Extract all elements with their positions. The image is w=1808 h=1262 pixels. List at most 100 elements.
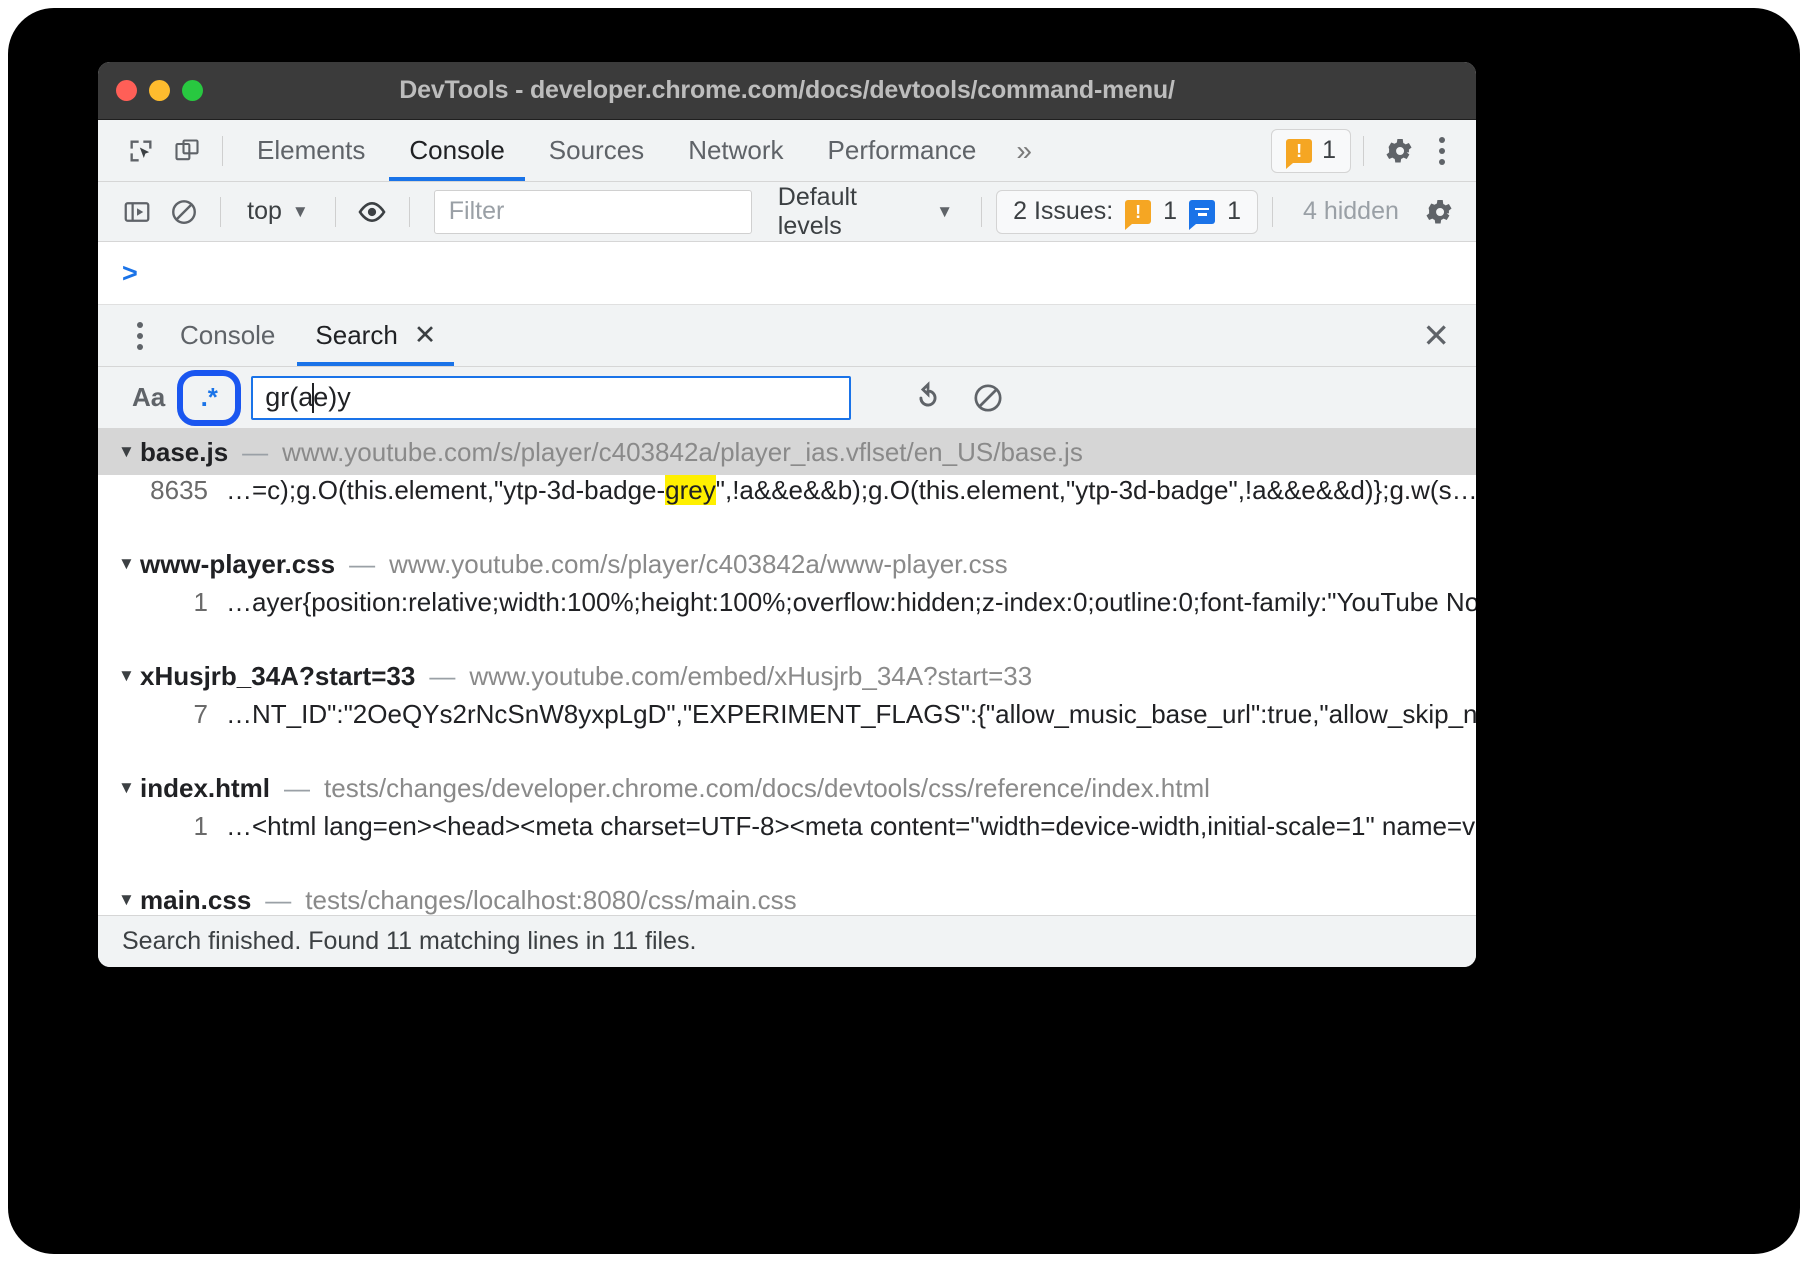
warning-badge-icon: ! [1125,200,1151,224]
tab-network[interactable]: Network [666,120,805,181]
tab-network-label: Network [688,135,783,166]
search-query-input[interactable]: gr(ae)y [251,376,851,420]
match-case-button[interactable]: Aa [118,382,179,413]
zoom-window-button[interactable] [182,80,203,101]
tab-console-label: Console [409,135,504,166]
separator-dash: — [242,437,268,468]
snippet-pre: …NT_ID":"2OeQYs2rNcSnW8yxpLgD","EXPERIME… [226,699,1476,729]
console-prompt-row[interactable]: > [98,242,1476,305]
issues-counter-button[interactable]: ! 1 [1271,129,1351,173]
info-badge-icon [1189,200,1215,224]
chevron-down-icon: ▼ [936,202,953,222]
match-snippet: …NT_ID":"2OeQYs2rNcSnW8yxpLgD","EXPERIME… [226,699,1476,730]
log-levels-dropdown[interactable]: Default levels ▼ [764,183,967,241]
match-snippet: …ayer{position:relative;width:100%;heigh… [226,587,1476,618]
search-result-filename: index.html [140,773,270,804]
console-issues-info-count: 1 [1227,197,1241,226]
console-toolbar-divider-3 [409,197,410,227]
drawer-tab-console-label: Console [180,320,275,351]
panel-tabs: Elements Console Sources Network Perform… [235,120,1046,181]
console-toolbar-divider-5 [1272,197,1273,227]
traffic-lights [98,80,203,101]
console-toolbar: top ▼ Filter Default levels ▼ 2 Issues: [98,182,1476,242]
search-result-match[interactable]: 1 …ayer{position:relative;width:100%;hei… [98,587,1476,639]
log-levels-label: Default levels [778,183,925,241]
drawer-tab-search-label: Search [315,320,397,351]
close-search-tab-icon[interactable]: ✕ [414,320,437,351]
expand-triangle-icon[interactable]: ▼ [118,554,140,574]
clear-console-icon[interactable] [161,189,206,235]
chevron-down-icon: ▼ [292,202,309,222]
search-result-filename: main.css [140,885,251,916]
search-result-match[interactable]: 7 …NT_ID":"2OeQYs2rNcSnW8yxpLgD","EXPERI… [98,699,1476,751]
separator-dash: — [349,549,375,580]
tab-performance-label: Performance [828,135,977,166]
search-result-file-header[interactable]: ▼ base.js — www.youtube.com/s/player/c40… [98,429,1476,475]
match-line-number: 1 [122,811,208,842]
refresh-search-icon[interactable] [911,381,945,415]
devtools-more-options-icon[interactable] [1422,128,1462,174]
search-result-match[interactable]: 8635 …=c);g.O(this.element,"ytp-3d-badge… [98,475,1476,527]
search-result-group: ▼ www-player.css — www.youtube.com/s/pla… [98,541,1476,639]
match-line-number: 8635 [122,475,208,506]
console-filter-placeholder: Filter [449,197,505,226]
search-result-filename: base.js [140,437,228,468]
tab-sources[interactable]: Sources [527,120,666,181]
search-result-url: www.youtube.com/s/player/c403842a/www-pl… [389,549,1008,580]
search-result-url: www.youtube.com/embed/xHusjrb_34A?start=… [469,661,1032,692]
device-toolbar-icon[interactable] [164,128,210,174]
console-toolbar-divider-2 [335,197,336,227]
tab-elements[interactable]: Elements [235,120,387,181]
expand-triangle-icon[interactable]: ▼ [118,666,140,686]
tabstrip-divider-2 [1363,136,1364,166]
expand-triangle-icon[interactable]: ▼ [118,890,140,910]
use-regex-label: .* [201,382,218,413]
live-expressions-eye-icon[interactable] [350,189,395,235]
search-result-file-header[interactable]: ▼ www-player.css — www.youtube.com/s/pla… [98,541,1476,587]
search-result-file-header[interactable]: ▼ index.html — tests/changes/developer.c… [98,765,1476,811]
search-query-after-caret: e)y [313,382,351,413]
close-drawer-icon[interactable]: ✕ [1422,319,1450,352]
console-issues-button[interactable]: 2 Issues: ! 1 1 [996,190,1258,234]
search-results-list[interactable]: ▼ base.js — www.youtube.com/s/player/c40… [98,429,1476,929]
search-status-bar: Search finished. Found 11 matching lines… [98,915,1476,967]
search-result-filename: xHusjrb_34A?start=33 [140,661,415,692]
search-toolbar: Aa .* gr(ae)y [98,367,1476,429]
console-sidebar-icon[interactable] [114,189,159,235]
console-toolbar-divider-4 [981,197,982,227]
clear-search-icon[interactable] [971,381,1005,415]
console-prompt-arrow-icon: > [122,258,138,289]
search-result-filename: www-player.css [140,549,335,580]
tab-sources-label: Sources [549,135,644,166]
expand-triangle-icon[interactable]: ▼ [118,442,140,462]
console-issues-warning-count: 1 [1163,197,1177,226]
drawer-tab-search[interactable]: Search ✕ [295,305,456,366]
more-tabs-icon[interactable]: » [998,135,1046,167]
match-snippet: …=c);g.O(this.element,"ytp-3d-badge-grey… [226,475,1476,506]
separator-dash: — [265,885,291,916]
tab-performance[interactable]: Performance [806,120,999,181]
settings-gear-icon[interactable] [1376,128,1422,174]
console-settings-gear-icon[interactable] [1417,189,1462,235]
separator-dash: — [284,773,310,804]
search-query-before-caret: gr(a [265,382,313,413]
snippet-highlight: grey [665,475,716,505]
match-line-number: 1 [122,587,208,618]
drawer-tabstrip: Console Search ✕ ✕ [98,305,1476,367]
use-regex-button[interactable]: .* [185,377,233,419]
expand-triangle-icon[interactable]: ▼ [118,778,140,798]
search-result-match[interactable]: 1 …<html lang=en><head><meta charset=UTF… [98,811,1476,863]
tab-console[interactable]: Console [387,120,526,181]
console-issues-label: 2 Issues: [1013,197,1113,226]
close-window-button[interactable] [116,80,137,101]
javascript-context-selector[interactable]: top ▼ [235,197,321,226]
javascript-context-label: top [247,197,282,226]
inspect-element-icon[interactable] [118,128,164,174]
drawer-tab-console[interactable]: Console [160,305,295,366]
search-result-file-header[interactable]: ▼ xHusjrb_34A?start=33 — www.youtube.com… [98,653,1476,699]
console-filter-input[interactable]: Filter [434,190,752,234]
search-result-url: www.youtube.com/s/player/c403842a/player… [282,437,1083,468]
minimize-window-button[interactable] [149,80,170,101]
drawer-more-options-icon[interactable] [120,313,160,359]
separator-dash: — [429,661,455,692]
